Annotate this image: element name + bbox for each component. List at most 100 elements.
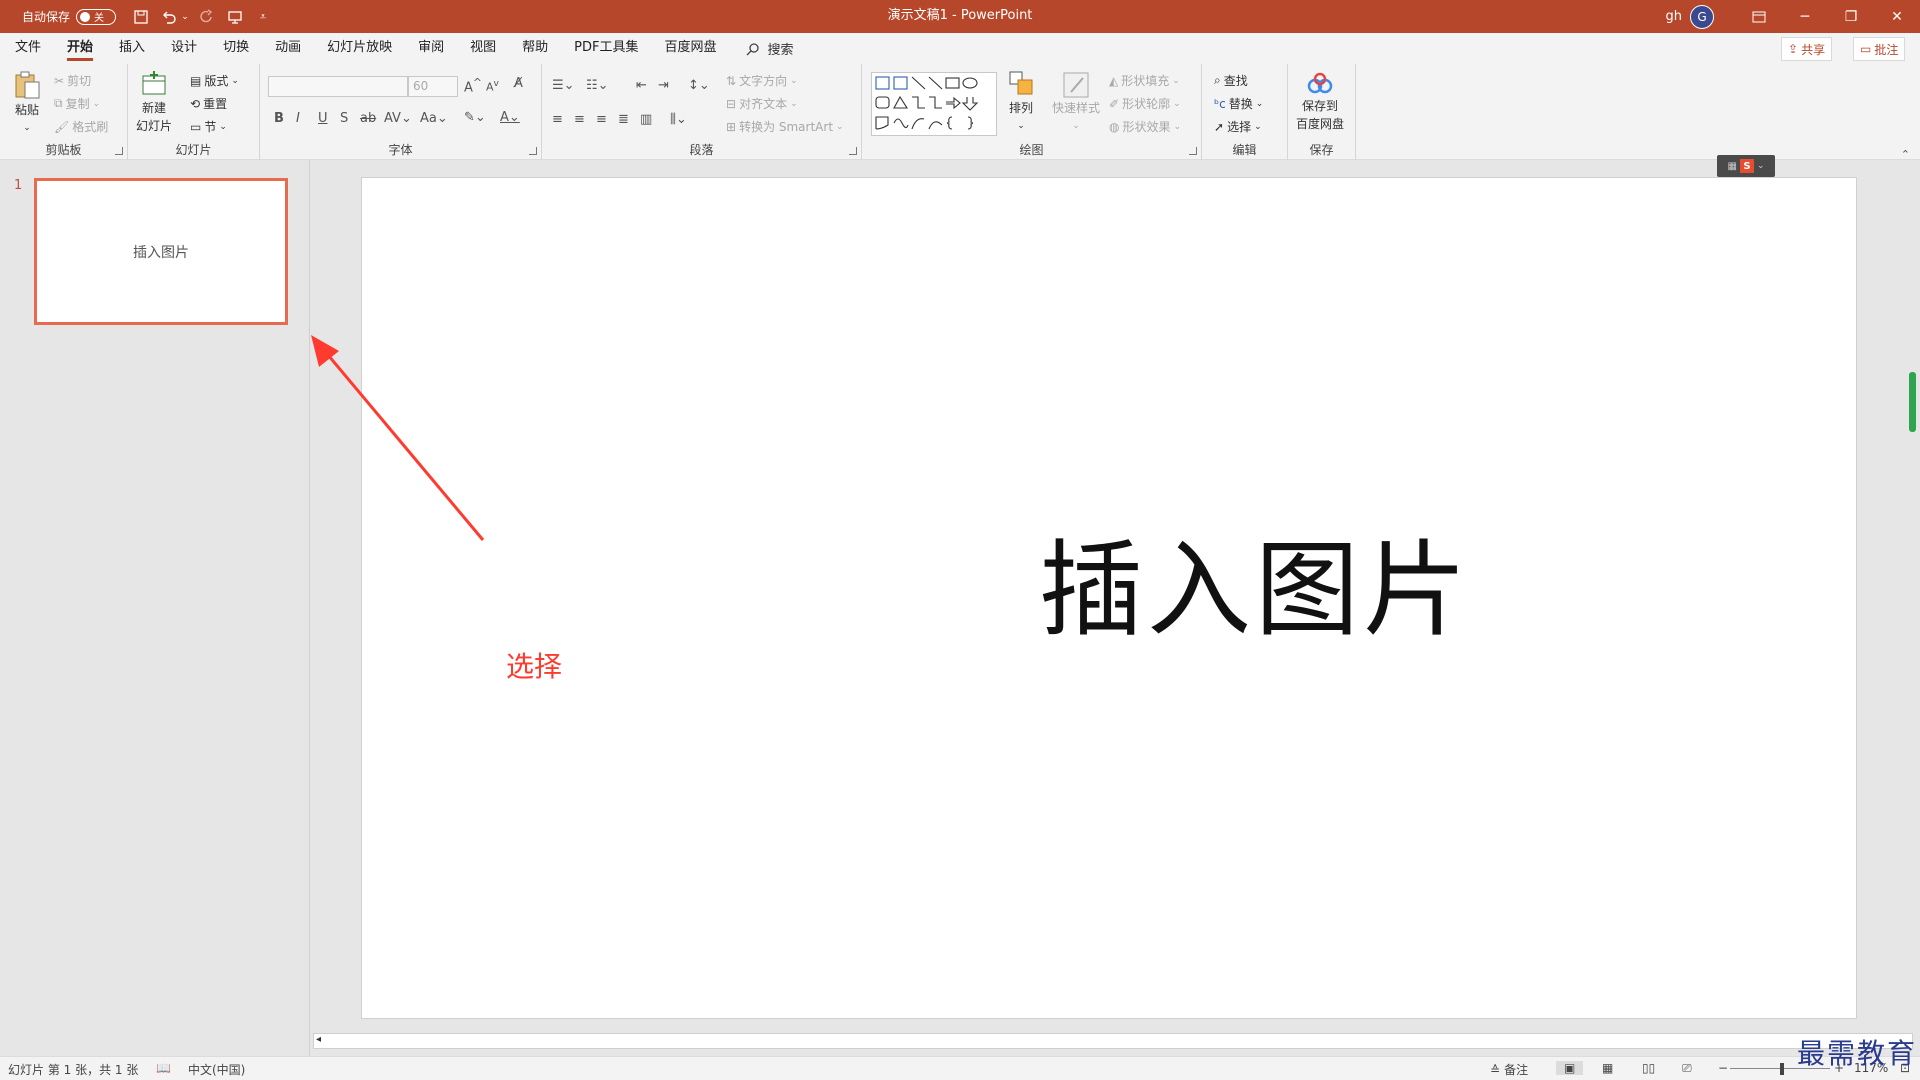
chevron-down-icon: ⌄ — [1173, 98, 1181, 109]
slide-thumbnail[interactable]: 插入图片 — [34, 178, 288, 325]
minimize-button[interactable]: ─ — [1782, 0, 1828, 33]
clear-formatting-icon[interactable]: A̸ — [514, 76, 523, 91]
shapes-gallery[interactable] — [871, 72, 997, 136]
select-button[interactable]: ➚ 选择 ⌄ — [1214, 118, 1262, 135]
tab-slideshow[interactable]: 幻灯片放映 — [314, 33, 405, 64]
tab-animations[interactable]: 动画 — [262, 33, 314, 64]
numbering-icon[interactable]: ☷⌄ — [586, 78, 609, 93]
layout-button[interactable]: ▤ 版式 ⌄ — [190, 72, 239, 89]
cut-button[interactable]: ✂ 剪切 — [54, 72, 91, 89]
reading-view-icon[interactable]: ▯▯ — [1642, 1061, 1655, 1075]
share-button[interactable]: ⇪ 共享 — [1781, 37, 1833, 61]
distributed-icon[interactable]: ▥ — [640, 112, 652, 127]
slideshow-icon[interactable]: ⎚ — [1682, 1061, 1692, 1076]
vertical-scrollbar-thumb[interactable] — [1909, 372, 1916, 432]
change-case-icon[interactable]: Aa⌄ — [420, 111, 448, 126]
highlight-color-icon[interactable]: ✎⌄ — [464, 110, 486, 125]
tab-design[interactable]: 设计 — [158, 33, 210, 64]
text-direction-button[interactable]: ⇅ 文字方向 ⌄ — [726, 72, 798, 89]
reset-button[interactable]: ⟲ 重置 — [190, 95, 227, 112]
user-name[interactable]: gh — [1666, 9, 1683, 24]
save-to-netdisk-button[interactable]: 保存到 百度网盘 — [1296, 72, 1344, 132]
columns-icon[interactable]: ⫼⌄ — [670, 112, 687, 127]
replace-button[interactable]: ᵇc 替换 ⌄ — [1214, 95, 1263, 112]
group-label-drawing: 绘图 — [1019, 143, 1044, 157]
convert-smartart-button[interactable]: ⊞ 转换为 SmartArt ⌄ — [726, 118, 844, 135]
slide-title[interactable]: 插入图片 — [362, 505, 1858, 656]
align-left-icon[interactable]: ≡ — [552, 112, 563, 127]
bullets-icon[interactable]: ☰⌄ — [552, 78, 575, 93]
format-painter-button[interactable]: 🖌 格式刷 — [54, 118, 108, 135]
restore-button[interactable]: ❐ — [1828, 0, 1874, 33]
chevron-down-icon: ⌄ — [231, 75, 239, 86]
align-right-icon[interactable]: ≡ — [596, 112, 607, 127]
tab-transitions[interactable]: 切换 — [210, 33, 262, 64]
spellcheck-icon[interactable]: 📖 — [156, 1061, 171, 1075]
dialog-launcher-icon[interactable] — [849, 147, 857, 155]
font-size-combo[interactable]: 60 — [408, 76, 458, 97]
search-box[interactable]: 搜索 — [746, 39, 794, 58]
line-spacing-icon[interactable]: ↕⌄ — [688, 78, 710, 93]
dialog-launcher-icon[interactable] — [529, 147, 537, 155]
tab-review[interactable]: 审阅 — [405, 33, 457, 64]
tab-file[interactable]: 文件 — [2, 33, 54, 64]
slide-sorter-icon[interactable]: ▦ — [1602, 1061, 1613, 1075]
ime-toolbar[interactable]: ▦ S ⌄ — [1717, 155, 1775, 177]
group-drawing: 排列 ⌄ 快速样式 ⌄ ◭ 形状填充 ⌄ ✐ 形状轮廓 ⌄ ◍ 形状效果 ⌄ 绘图 — [862, 64, 1202, 160]
find-button[interactable]: ⌕ 查找 — [1214, 72, 1248, 89]
quick-styles-button[interactable]: 快速样式 ⌄ — [1052, 70, 1100, 134]
paste-button[interactable]: 粘贴 ⌄ — [12, 70, 42, 136]
justify-icon[interactable]: ≣ — [618, 112, 629, 127]
new-slide-button[interactable]: 新建 幻灯片 — [136, 70, 172, 134]
notes-button[interactable]: ≙ 备注 — [1490, 1061, 1528, 1078]
tab-home[interactable]: 开始 — [54, 33, 106, 64]
shape-fill-button[interactable]: ◭ 形状填充 ⌄ — [1109, 72, 1180, 89]
align-text-button[interactable]: ⊟ 对齐文本 ⌄ — [726, 95, 798, 112]
horizontal-scrollbar[interactable]: ◂ — [313, 1033, 1913, 1049]
bold-icon[interactable]: B — [274, 111, 284, 126]
normal-view-icon[interactable]: ▣ — [1556, 1061, 1584, 1075]
text-direction-icon: ⇅ — [726, 73, 737, 88]
decrease-indent-icon[interactable]: ⇤ — [636, 78, 647, 93]
font-name-combo[interactable] — [268, 76, 408, 97]
increase-indent-icon[interactable]: ⇥ — [658, 78, 669, 93]
share-icon: ⇪ — [1788, 42, 1799, 56]
tab-baidu-netdisk[interactable]: 百度网盘 — [651, 33, 729, 64]
zoom-slider-thumb[interactable] — [1780, 1063, 1784, 1075]
align-center-icon[interactable]: ≡ — [574, 112, 585, 127]
arrange-button[interactable]: 排列 ⌄ — [1006, 70, 1036, 134]
italic-icon[interactable]: I — [296, 111, 300, 126]
tab-pdf-tools[interactable]: PDF工具集 — [561, 33, 651, 64]
dialog-launcher-icon[interactable] — [1189, 147, 1197, 155]
dialog-launcher-icon[interactable] — [115, 147, 123, 155]
zoom-out-icon[interactable]: − — [1718, 1061, 1728, 1075]
decrease-font-icon[interactable]: Av — [486, 78, 499, 94]
language-indicator[interactable]: 中文(中国) — [188, 1061, 245, 1078]
comments-label: 批注 — [1874, 42, 1899, 57]
tab-insert[interactable]: 插入 — [106, 33, 158, 64]
shape-outline-button[interactable]: ✐ 形状轮廓 ⌄ — [1109, 95, 1181, 112]
shadow-icon[interactable]: S — [340, 111, 348, 126]
shape-effects-button[interactable]: ◍ 形状效果 ⌄ — [1109, 118, 1181, 135]
layout-label: 版式 — [204, 74, 229, 88]
chevron-down-icon: ⌄ — [1254, 121, 1262, 132]
section-button[interactable]: ▭ 节 ⌄ — [190, 118, 227, 135]
ribbon-display-options-icon[interactable] — [1736, 0, 1782, 33]
paste-icon — [15, 71, 40, 99]
avatar[interactable]: G — [1690, 4, 1714, 29]
copy-button[interactable]: ⧉ 复制 ⌄ — [54, 95, 100, 112]
strikethrough-icon[interactable]: ab — [360, 111, 376, 126]
keyboard-icon: ▦ — [1727, 160, 1737, 172]
scroll-left-icon[interactable]: ◂ — [316, 1034, 321, 1045]
arrange-icon — [1009, 71, 1033, 95]
tab-help[interactable]: 帮助 — [509, 33, 561, 64]
character-spacing-icon[interactable]: AV⌄ — [384, 111, 412, 126]
increase-font-icon[interactable]: A^ — [464, 76, 482, 95]
close-button[interactable]: ✕ — [1874, 0, 1920, 33]
new-slide-icon — [142, 71, 166, 95]
tab-view[interactable]: 视图 — [457, 33, 509, 64]
underline-icon[interactable]: U — [318, 111, 328, 126]
font-color-icon[interactable]: A⌄ — [500, 110, 520, 125]
slide-canvas[interactable]: 插入图片 — [361, 177, 1857, 1019]
comments-button[interactable]: ▭ 批注 — [1853, 37, 1906, 61]
